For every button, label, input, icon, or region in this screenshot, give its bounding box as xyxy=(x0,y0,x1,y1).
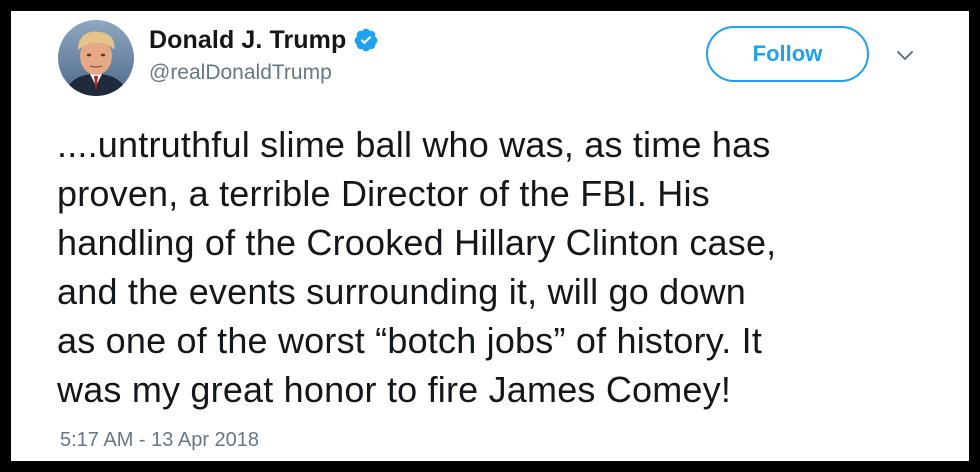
tweet-text-line: was my great honor to fire James Comey! xyxy=(57,369,732,410)
tweet-timestamp[interactable]: 5:17 AM - 13 Apr 2018 xyxy=(60,429,259,452)
author-name-row: Donald J. Trump xyxy=(149,25,379,55)
tweet-text-line: ....untruthful slime ball who was, as ti… xyxy=(57,124,771,165)
tweet-text: ....untruthful slime ball who was, as ti… xyxy=(57,120,957,414)
profile-photo-icon xyxy=(58,20,134,96)
verified-badge-icon xyxy=(353,27,379,53)
tweet-text-line: handling of the Crooked Hillary Clinton … xyxy=(57,222,777,263)
chevron-down-icon[interactable] xyxy=(894,44,916,66)
tweet-card: Donald J. Trump @realDonaldTrump Follow … xyxy=(11,11,969,461)
screenshot-frame: Donald J. Trump @realDonaldTrump Follow … xyxy=(0,0,980,472)
avatar[interactable] xyxy=(58,20,134,96)
tweet-text-line: proven, a terrible Director of the FBI. … xyxy=(57,173,710,214)
author-display-name[interactable]: Donald J. Trump xyxy=(149,26,346,55)
tweet-text-line: and the events surrounding it, will go d… xyxy=(57,271,747,312)
author-handle[interactable]: @realDonaldTrump xyxy=(149,61,332,85)
follow-button[interactable]: Follow xyxy=(706,26,869,82)
tweet-text-line: as one of the worst “botch jobs” of hist… xyxy=(57,320,763,361)
